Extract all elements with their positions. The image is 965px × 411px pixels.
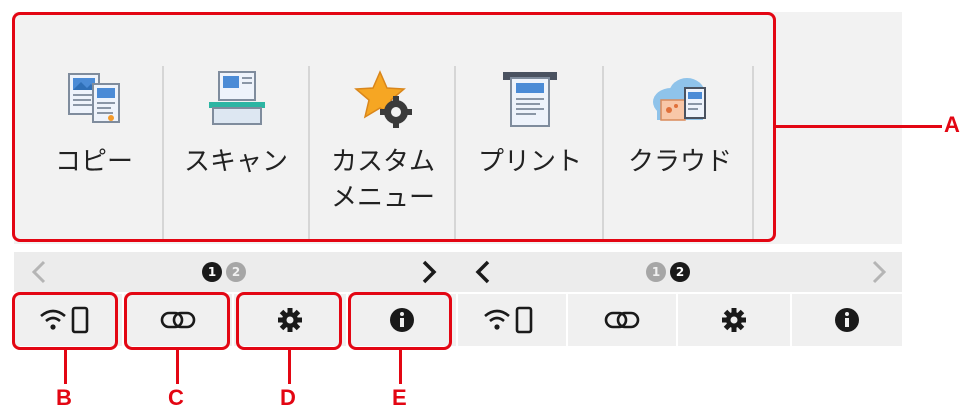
- callout-box-b: [12, 292, 118, 350]
- callout-line-c: [176, 350, 179, 384]
- wireless-connect-icon: [484, 306, 533, 334]
- callout-line-d: [288, 350, 291, 384]
- page-dot: 1: [202, 262, 222, 282]
- callout-box-a: [12, 12, 776, 242]
- setup-gear-icon: [722, 308, 746, 332]
- info-icon: [835, 308, 859, 332]
- callout-box-e: [348, 292, 452, 350]
- network-button[interactable]: [568, 294, 676, 346]
- callout-label-c: C: [168, 385, 184, 410]
- network-icon: [604, 311, 640, 329]
- callout-line-a: [776, 125, 942, 128]
- callout-box-d: [236, 292, 342, 350]
- wireless-connect-button[interactable]: [458, 294, 566, 346]
- chevron-right-icon[interactable]: [866, 258, 890, 286]
- setup-button[interactable]: [678, 294, 790, 346]
- info-button[interactable]: [792, 294, 902, 346]
- page-dots: 1 2: [202, 262, 246, 282]
- callout-label-d: D: [280, 385, 296, 410]
- chevron-left-icon[interactable]: [472, 258, 496, 286]
- callout-line-e: [399, 350, 402, 384]
- page-indicator-bar: 1 2 1 2: [14, 252, 902, 292]
- chevron-left-icon[interactable]: [28, 258, 52, 286]
- page-dot: 1: [646, 262, 666, 282]
- chevron-right-icon[interactable]: [416, 258, 440, 286]
- page-dots: 1 2: [646, 262, 690, 282]
- callout-label-b: B: [56, 385, 72, 410]
- callout-label-e: E: [392, 385, 407, 410]
- page-dot: 2: [226, 262, 246, 282]
- page-dot: 2: [670, 262, 690, 282]
- callout-label-a: A: [944, 112, 960, 137]
- callout-line-b: [64, 350, 67, 384]
- callout-box-c: [124, 292, 230, 350]
